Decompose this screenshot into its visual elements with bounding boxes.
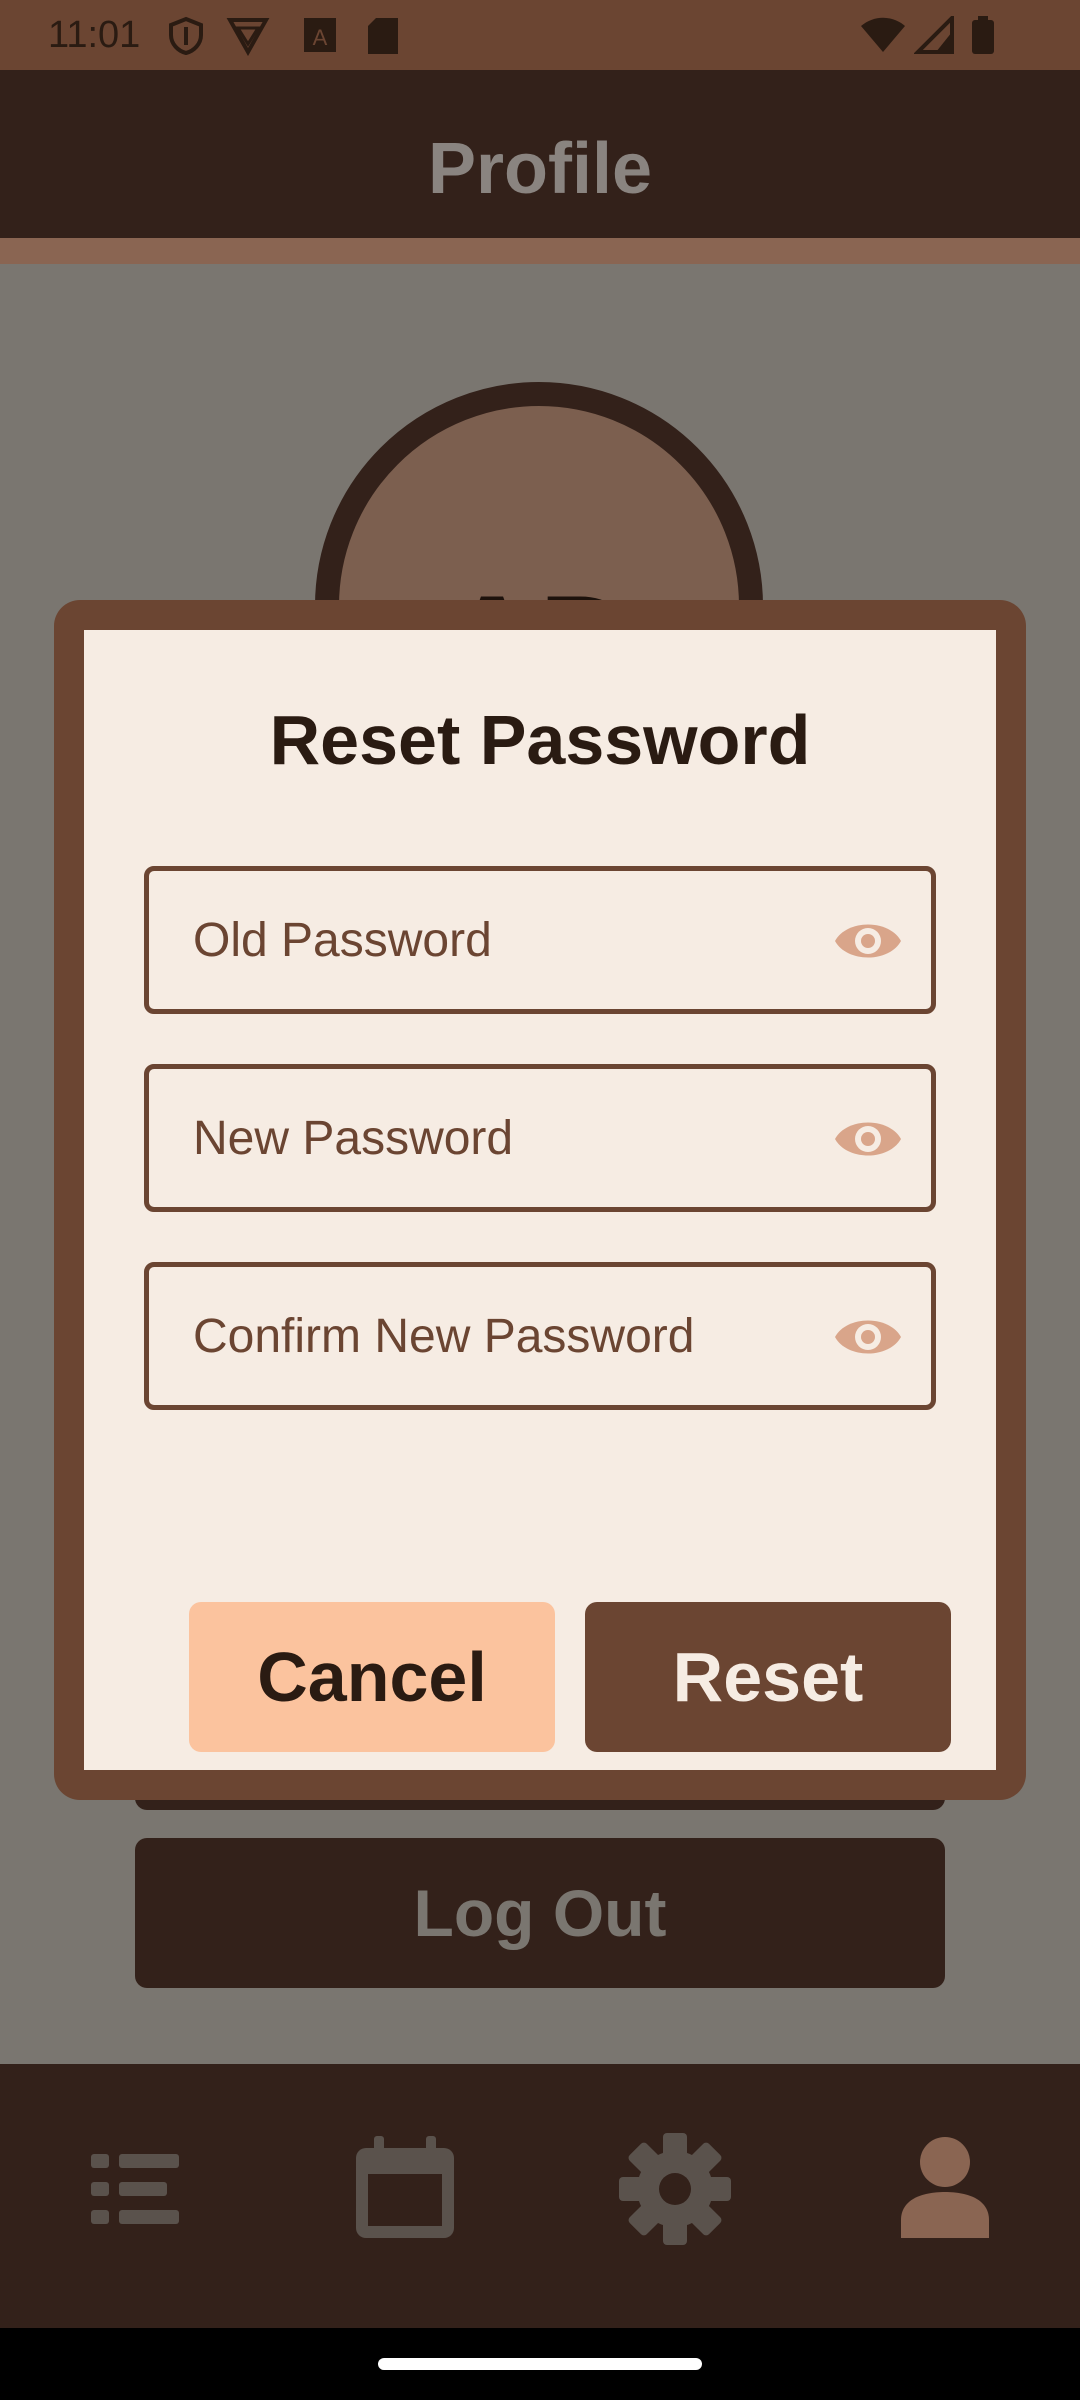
svg-text:A: A [313, 25, 328, 50]
nav-item-settings[interactable] [610, 2124, 740, 2254]
signal-icon [914, 16, 954, 54]
calendar-icon [356, 2136, 454, 2238]
dialog-title: Reset Password [269, 701, 811, 779]
eye-icon[interactable] [833, 913, 903, 969]
logout-label: Log Out [413, 1876, 667, 1950]
vpn-icon [226, 18, 270, 56]
sd-card-icon [368, 18, 398, 54]
bottom-nav [0, 2064, 1080, 2328]
new-password-field[interactable] [144, 1064, 936, 1212]
old-password-input[interactable] [149, 871, 853, 1009]
new-password-input[interactable] [149, 1069, 853, 1207]
eye-icon[interactable] [833, 1111, 903, 1167]
home-indicator[interactable] [378, 2358, 702, 2370]
app-bar: Profile [0, 70, 1080, 238]
list-icon [91, 2154, 179, 2224]
gear-icon [619, 2133, 731, 2245]
shield-icon [169, 16, 203, 56]
cancel-label: Cancel [257, 1638, 487, 1716]
nav-item-calendar[interactable] [340, 2124, 470, 2254]
logout-button: Log Out [135, 1838, 945, 1988]
page-title: Profile [427, 129, 653, 209]
cancel-button[interactable]: Cancel [189, 1602, 555, 1752]
status-time: 11:01 [48, 14, 141, 56]
battery-icon [972, 16, 994, 54]
reset-label: Reset [672, 1638, 864, 1716]
confirm-password-input[interactable] [149, 1267, 853, 1405]
wifi-icon [861, 17, 905, 52]
eye-icon[interactable] [833, 1309, 903, 1365]
nav-item-tasks[interactable] [70, 2124, 200, 2254]
old-password-field[interactable] [144, 866, 936, 1014]
reset-button[interactable]: Reset [585, 1602, 951, 1752]
nav-item-profile[interactable] [880, 2124, 1010, 2254]
app-bar-divider [0, 238, 1080, 264]
person-icon [901, 2137, 989, 2238]
keyboard-icon: A [304, 18, 336, 52]
gesture-bar [0, 2328, 1080, 2400]
confirm-password-field[interactable] [144, 1262, 936, 1410]
status-bar: 11:01 A [0, 0, 1080, 70]
reset-password-dialog: Reset Password Cancel Reset [54, 600, 1026, 1800]
